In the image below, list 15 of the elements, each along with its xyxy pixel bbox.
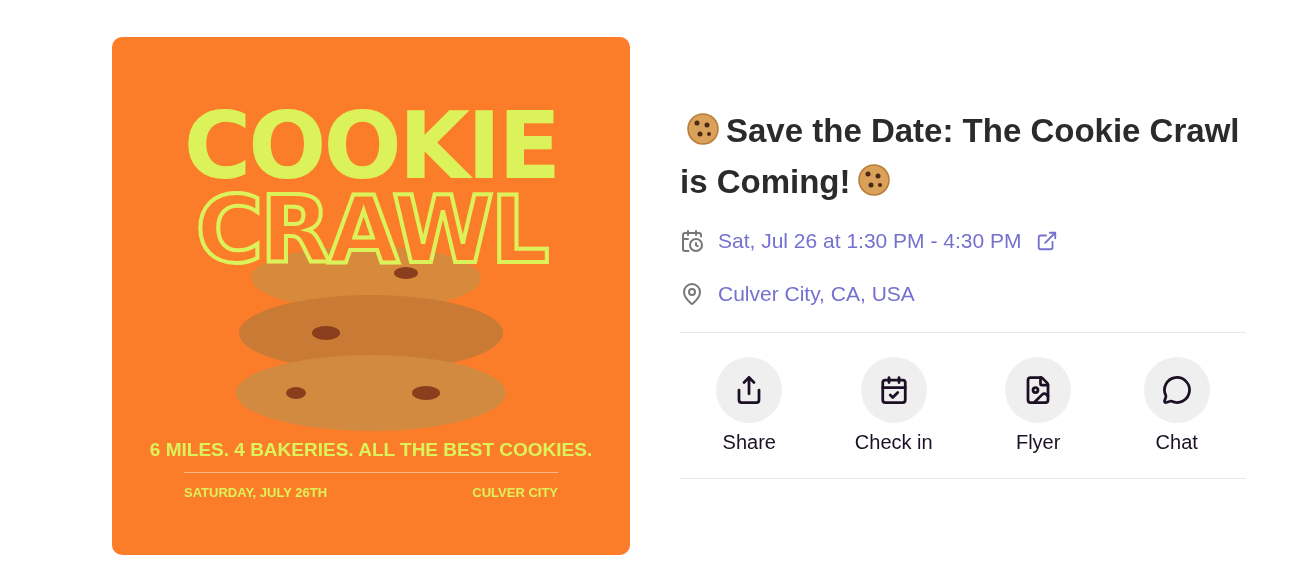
calendar-clock-icon	[680, 229, 704, 253]
flyer-date: SATURDAY, JULY 26TH	[184, 485, 328, 500]
flyer-tagline: 6 MILES. 4 BAKERIES. ALL THE BEST COOKIES.	[149, 439, 593, 461]
flyer-location: CULVER CITY	[472, 485, 558, 500]
external-link-icon[interactable]	[1035, 230, 1058, 252]
chat-bubble-icon	[1161, 375, 1192, 405]
map-pin-icon	[680, 282, 704, 306]
event-date-link[interactable]: Sat, Jul 26 at 1:30 PM - 4:30 PM	[718, 229, 1022, 253]
event-location-link[interactable]: Culver City, CA, USA	[718, 282, 915, 306]
event-title: Save the Date: The Cookie Crawl is Coming!	[680, 111, 1241, 202]
cookie-icon	[686, 112, 720, 146]
flyer-title: CRAWL	[195, 189, 547, 273]
flyer-title: COOKIE	[183, 105, 559, 189]
calendar-check-icon	[878, 375, 909, 405]
cookie-icon	[856, 163, 891, 197]
